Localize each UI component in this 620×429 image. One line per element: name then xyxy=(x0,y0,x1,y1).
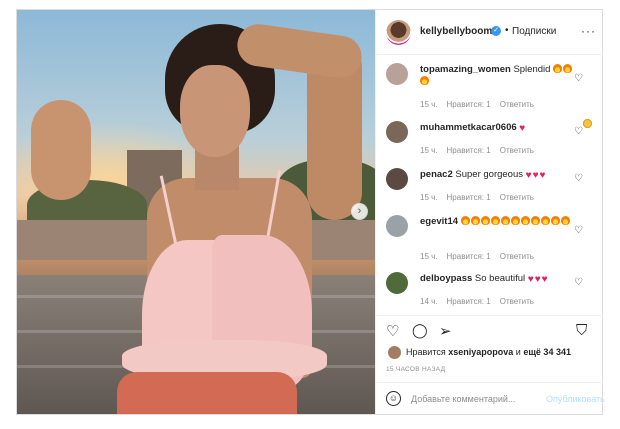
comment-like-icon[interactable]: ♡ xyxy=(574,173,583,184)
likes-prefix: Нравится xyxy=(406,347,446,357)
reply-button[interactable]: Ответить xyxy=(500,193,534,202)
comment-likes[interactable]: Нравится: 1 xyxy=(447,297,491,306)
fire-emoji-icon xyxy=(530,216,540,225)
commenter-avatar[interactable] xyxy=(386,168,408,190)
red-heart-emoji-icon: ♥ xyxy=(525,170,532,181)
fire-emoji-icon xyxy=(460,216,470,225)
liker-avatar[interactable] xyxy=(388,346,401,359)
reply-button[interactable]: Ответить xyxy=(500,252,534,261)
red-heart-emoji-icon: ♥ xyxy=(539,170,546,181)
comment-time[interactable]: 15 ч. xyxy=(420,100,438,109)
fire-emoji-icon xyxy=(490,216,500,225)
post-photo[interactable]: › xyxy=(17,10,375,414)
post-timestamp[interactable]: 15 ЧАСОВ НАЗАД xyxy=(386,366,445,373)
fire-emoji-icon xyxy=(560,216,570,225)
author-avatar[interactable] xyxy=(386,20,411,45)
comment-text: egevit14 xyxy=(420,216,580,228)
comment-meta: 15 ч. Нравится: 1 Ответить xyxy=(420,146,543,155)
separator-dot: • xyxy=(505,25,509,36)
carousel-next-button[interactable]: › xyxy=(351,203,368,220)
add-comment-bar: ☺ Опубликовать xyxy=(376,382,605,414)
verified-icon: ✓ xyxy=(491,26,501,36)
commenter-username[interactable]: egevit14 xyxy=(420,216,458,227)
comment-time[interactable]: 15 ч. xyxy=(420,193,438,202)
commenter-username[interactable]: muhammetkacar0606 xyxy=(420,122,517,133)
fire-emoji-icon xyxy=(553,64,563,73)
red-heart-emoji-icon: ♥ xyxy=(532,170,539,181)
comment-meta: 15 ч. Нравится: 1 Ответить xyxy=(420,252,543,261)
following-button[interactable]: Подписки xyxy=(512,26,556,37)
commenter-avatar[interactable] xyxy=(386,215,408,237)
fire-emoji-icon xyxy=(470,216,480,225)
comment-like-icon[interactable]: ♡ xyxy=(574,225,583,236)
reply-button[interactable]: Ответить xyxy=(500,100,534,109)
comment-time[interactable]: 14 ч. xyxy=(420,297,438,306)
comment-body: Splendid xyxy=(513,64,551,75)
likes-summary: Нравится xseniyapopova и ещё 34 341 xyxy=(376,346,603,362)
comment-meta: 15 ч. Нравится: 1 Ответить xyxy=(420,100,543,109)
comment-text: topamazing_women Splendid xyxy=(420,64,592,128)
comment-likes[interactable]: Нравится: 1 xyxy=(447,193,491,202)
commenter-avatar[interactable] xyxy=(386,272,408,294)
fire-emoji-icon xyxy=(420,76,429,85)
comment-like-icon[interactable]: ♡ xyxy=(574,126,583,137)
likes-and: и xyxy=(515,347,521,357)
post-header: kellybellyboom ✓ • Подписки ··· xyxy=(376,10,603,55)
comment-likes[interactable]: Нравится: 1 xyxy=(447,146,491,155)
fire-emoji-icon xyxy=(520,216,530,225)
liker-username[interactable]: xseniyapopova xyxy=(448,347,513,357)
fire-emoji-icon xyxy=(480,216,490,225)
comment-likes[interactable]: Нравится: 1 xyxy=(447,252,491,261)
save-icon[interactable]: ⛉ xyxy=(576,322,587,339)
author-username[interactable]: kellybellyboom xyxy=(420,26,492,37)
action-bar: ♡ ◯ ➢ ⛉ xyxy=(376,315,603,347)
fire-emoji-icon xyxy=(510,216,520,225)
red-heart-emoji-icon: ♥ xyxy=(519,123,526,134)
comment-text: muhammetkacar0606 ♥ xyxy=(420,122,580,135)
commenter-username[interactable]: penac2 xyxy=(420,169,453,180)
comment-meta: 15 ч. Нравится: 1 Ответить xyxy=(420,193,543,202)
commenter-avatar[interactable] xyxy=(386,121,408,143)
comments-list[interactable]: topamazing_women Splendid 15 ч. Нравится:… xyxy=(376,55,603,315)
share-icon[interactable]: ➢ xyxy=(439,322,452,340)
instagram-post: › kellybellyboom ✓ • Подписки ··· topama… xyxy=(16,9,605,415)
fire-emoji-icon xyxy=(540,216,550,225)
comment-like-icon[interactable]: ♡ xyxy=(574,73,583,84)
reply-button[interactable]: Ответить xyxy=(500,146,534,155)
comment-meta: 14 ч. Нравится: 1 Ответить xyxy=(420,297,543,306)
reply-button[interactable]: Ответить xyxy=(500,297,534,306)
comment-text: delboypass So beautiful ♥♥♥ xyxy=(420,273,580,286)
heart-eyes-emoji-icon xyxy=(583,119,592,128)
likes-count[interactable]: ещё 34 341 xyxy=(523,347,571,357)
commenter-avatar[interactable] xyxy=(386,63,408,85)
comment-text: penac2 Super gorgeous ♥♥♥ xyxy=(420,169,580,182)
like-icon[interactable]: ♡ xyxy=(386,322,399,340)
fire-emoji-icon xyxy=(550,216,560,225)
red-heart-emoji-icon: ♥ xyxy=(527,274,534,285)
comment-time[interactable]: 15 ч. xyxy=(420,252,438,261)
post-side-panel: kellybellyboom ✓ • Подписки ··· topamazi… xyxy=(375,10,605,414)
commenter-username[interactable]: delboypass xyxy=(420,273,472,284)
more-options-icon[interactable]: ··· xyxy=(581,24,596,38)
red-heart-emoji-icon: ♥ xyxy=(541,274,548,285)
fire-emoji-icon xyxy=(563,64,573,73)
comment-like-icon[interactable]: ♡ xyxy=(574,277,583,288)
publish-button[interactable]: Опубликовать xyxy=(546,394,605,404)
fire-emoji-icon xyxy=(500,216,510,225)
likes-text[interactable]: Нравится xseniyapopova и ещё 34 341 xyxy=(406,347,571,357)
comment-input[interactable] xyxy=(411,391,546,407)
emoji-picker-icon[interactable]: ☺ xyxy=(386,391,401,406)
comment-body: So beautiful xyxy=(474,273,526,284)
comment-icon[interactable]: ◯ xyxy=(412,322,428,339)
comment-likes[interactable]: Нравится: 1 xyxy=(447,100,491,109)
commenter-username[interactable]: topamazing_women xyxy=(420,64,511,75)
comment-time[interactable]: 15 ч. xyxy=(420,146,438,155)
model-figure xyxy=(17,10,375,414)
red-heart-emoji-icon: ♥ xyxy=(534,274,541,285)
comment-body: Super gorgeous xyxy=(455,169,523,180)
